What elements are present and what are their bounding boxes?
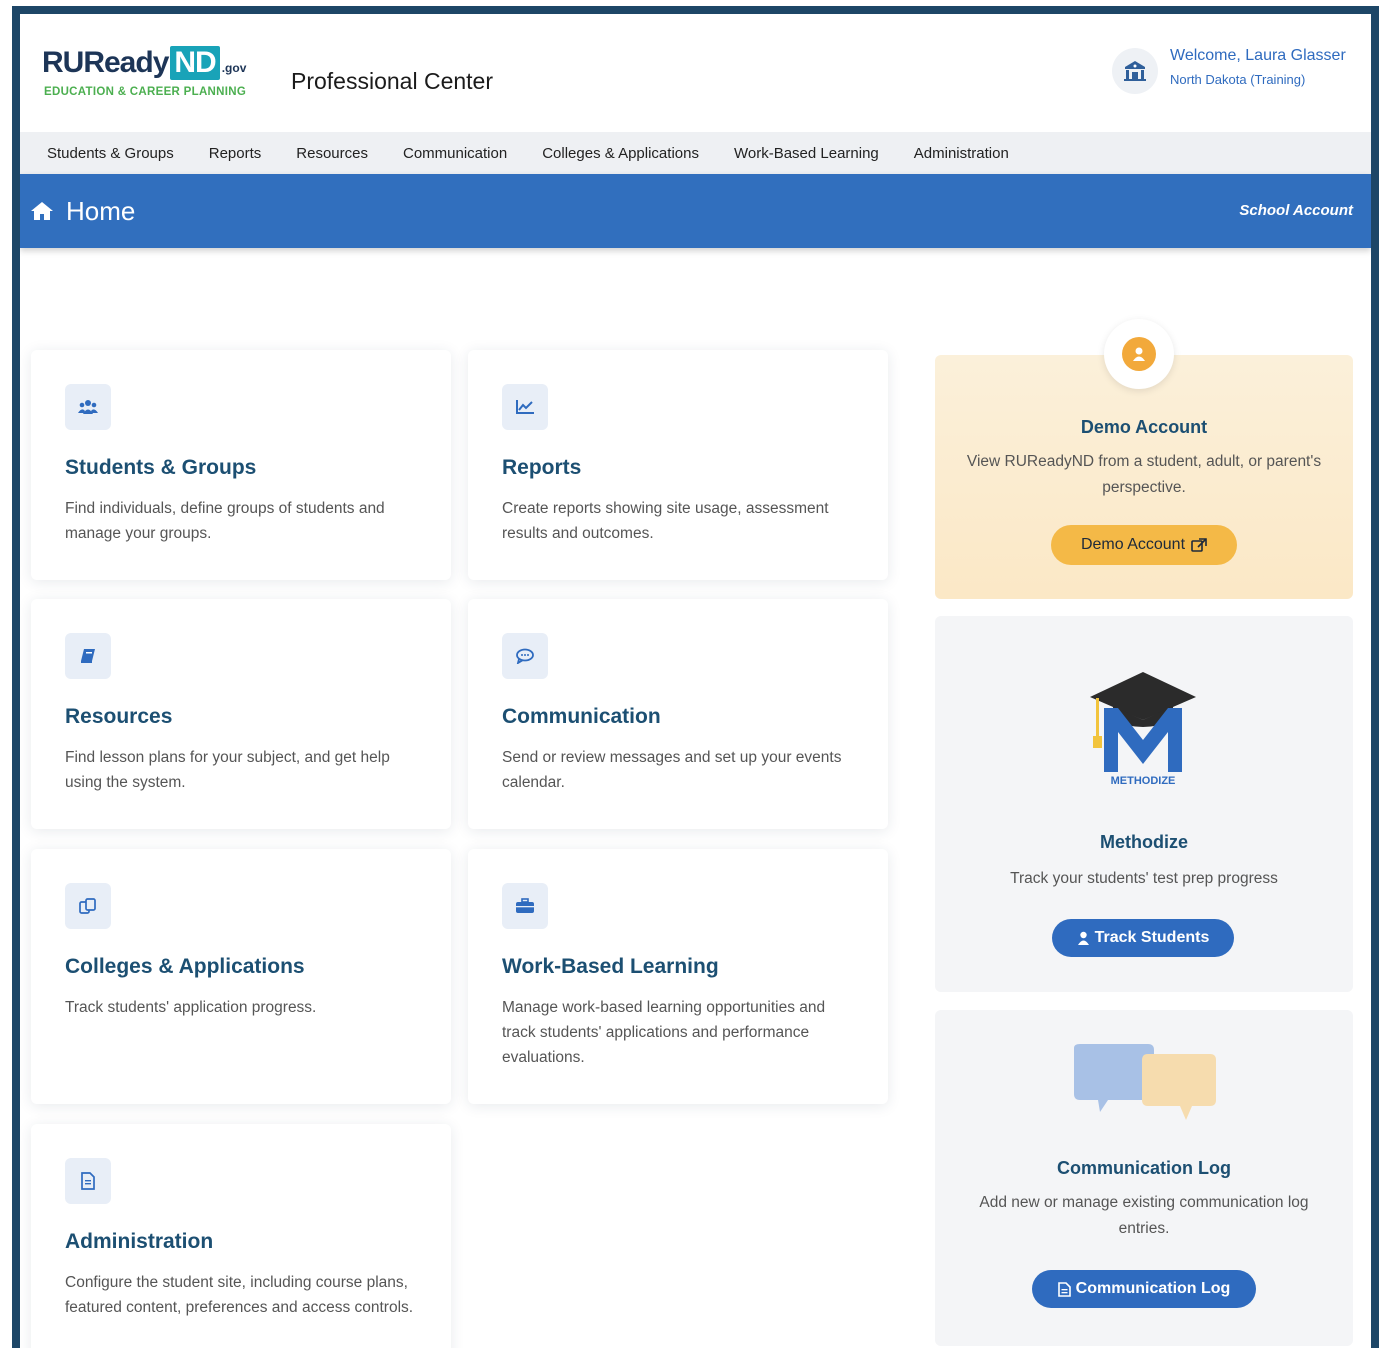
card-title: Colleges & Applications bbox=[65, 955, 305, 978]
demo-avatar-badge bbox=[1104, 319, 1174, 389]
card-title: Students & Groups bbox=[65, 456, 257, 479]
demo-account-title: Demo Account bbox=[1080, 417, 1208, 437]
communication-log-title: Communication Log bbox=[1057, 1158, 1231, 1178]
card-title: Resources bbox=[65, 705, 173, 728]
nav-colleges-applications[interactable]: Colleges & Applications bbox=[542, 145, 699, 162]
user-icon bbox=[1133, 347, 1145, 361]
card-description: Find individuals, define groups of stude… bbox=[65, 500, 385, 542]
file-icon bbox=[65, 1158, 111, 1204]
card-reports[interactable]: Reports Create reports showing site usag… bbox=[468, 350, 888, 580]
communication-log-panel: Communication Log Add new or manage exis… bbox=[935, 1010, 1353, 1346]
nav-reports[interactable]: Reports bbox=[209, 145, 262, 162]
communication-log-button[interactable]: Communication Log bbox=[1032, 1270, 1256, 1308]
main-nav: Students & Groups Reports Resources Comm… bbox=[20, 132, 1371, 174]
card-students-groups[interactable]: Students & Groups Find individuals, defi… bbox=[31, 350, 451, 580]
card-title: Communication bbox=[502, 705, 661, 728]
nav-students-groups[interactable]: Students & Groups bbox=[47, 145, 174, 162]
app-frame: RUReady ND .gov EDUCATION & CAREER PLANNIN… bbox=[12, 6, 1379, 1348]
nav-administration[interactable]: Administration bbox=[914, 145, 1009, 162]
logo-tagline: EDUCATION & CAREER PLANNING bbox=[44, 86, 247, 98]
card-description: Find lesson plans for your subject, and … bbox=[65, 749, 390, 791]
card-description: Track students' application progress. bbox=[65, 999, 317, 1016]
external-link-icon bbox=[1191, 537, 1207, 552]
methodize-panel: METHODIZE Methodize Track your students'… bbox=[935, 616, 1353, 992]
card-title: Work-Based Learning bbox=[502, 955, 719, 978]
chat-bubbles-icon bbox=[1074, 1044, 1216, 1120]
copy-icon bbox=[65, 883, 111, 929]
demo-account-description: View RUReadyND from a student, adult, or… bbox=[966, 453, 1322, 496]
account-type-label: School Account bbox=[1239, 202, 1353, 219]
page-product-title: Professional Center bbox=[291, 68, 493, 94]
card-administration[interactable]: Administration Configure the student sit… bbox=[31, 1124, 451, 1348]
school-building-icon bbox=[1124, 61, 1146, 81]
track-students-button[interactable]: Track Students bbox=[1052, 919, 1234, 957]
header: RUReady ND .gov EDUCATION & CAREER PLANNIN… bbox=[20, 14, 1371, 132]
logo-main-text: RUReady bbox=[42, 46, 169, 79]
card-colleges-applications[interactable]: Colleges & Applications Track students' … bbox=[31, 849, 451, 1104]
card-description: Manage work-based learning opportunities… bbox=[502, 999, 826, 1066]
home-icon bbox=[31, 202, 53, 220]
nav-work-based-learning[interactable]: Work-Based Learning bbox=[734, 145, 879, 162]
nav-communication[interactable]: Communication bbox=[403, 145, 507, 162]
users-icon bbox=[65, 384, 111, 430]
card-communication[interactable]: Communication Send or review messages an… bbox=[468, 599, 888, 829]
card-description: Configure the student site, including co… bbox=[65, 1274, 414, 1316]
card-title: Administration bbox=[65, 1230, 214, 1253]
card-resources[interactable]: Resources Find lesson plans for your sub… bbox=[31, 599, 451, 829]
track-students-label: Track Students bbox=[1094, 929, 1210, 946]
briefcase-icon bbox=[502, 883, 548, 929]
methodize-title: Methodize bbox=[1100, 832, 1188, 852]
page-header-bar: Home School Account bbox=[20, 174, 1371, 248]
chart-line-icon bbox=[502, 384, 548, 430]
card-work-based-learning[interactable]: Work-Based Learning Manage work-based le… bbox=[468, 849, 888, 1104]
logo-nd-badge: ND bbox=[170, 46, 220, 80]
logo-gov-text: .gov bbox=[221, 61, 247, 75]
card-description: Create reports showing site usage, asses… bbox=[502, 500, 829, 542]
svg-text:METHODIZE: METHODIZE bbox=[1111, 775, 1176, 787]
card-description: Send or review messages and set up your … bbox=[502, 749, 842, 791]
welcome-user-link[interactable]: Welcome, Laura Glasser bbox=[1170, 47, 1346, 65]
card-title: Reports bbox=[502, 456, 582, 479]
methodize-description: Track your students' test prep progress bbox=[1010, 870, 1278, 887]
file-icon bbox=[1057, 1281, 1071, 1297]
comment-icon bbox=[502, 633, 548, 679]
communication-log-description: Add new or manage existing communication… bbox=[979, 1194, 1309, 1237]
demo-account-button-label: Demo Account bbox=[1080, 536, 1186, 553]
communication-log-button-label: Communication Log bbox=[1075, 1280, 1231, 1297]
methodize-logo: METHODIZE bbox=[1090, 672, 1196, 787]
user-icon bbox=[1077, 931, 1089, 945]
page-title: Home bbox=[66, 196, 136, 226]
demo-account-button[interactable]: Demo Account bbox=[1051, 525, 1237, 565]
book-icon bbox=[65, 633, 111, 679]
user-avatar[interactable] bbox=[1112, 48, 1158, 94]
demo-account-panel: Demo Account View RUReadyND from a stude… bbox=[935, 319, 1353, 599]
region-label[interactable]: North Dakota (Training) bbox=[1170, 72, 1305, 87]
nav-resources[interactable]: Resources bbox=[296, 145, 368, 162]
rureadynd-logo[interactable]: RUReady ND .gov EDUCATION & CAREER PLANNIN… bbox=[42, 46, 272, 104]
